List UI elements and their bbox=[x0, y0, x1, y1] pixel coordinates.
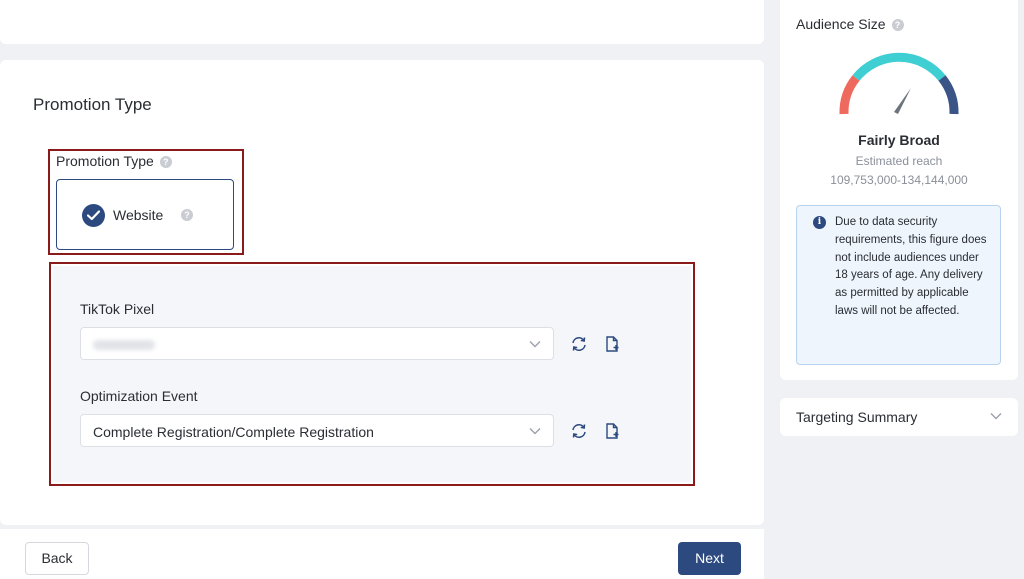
promotion-type-label-text: Promotion Type bbox=[56, 153, 154, 169]
gauge-segment-broad bbox=[852, 52, 946, 81]
estimated-reach-range: 109,753,000-134,144,000 bbox=[830, 173, 968, 187]
optimization-event-value: Complete Registration/Complete Registrat… bbox=[93, 424, 374, 440]
website-option[interactable]: Website ? bbox=[56, 179, 234, 250]
section-title: Promotion Type bbox=[33, 95, 152, 114]
audience-size-title-text: Audience Size bbox=[796, 16, 886, 32]
gauge-status: Fairly Broad bbox=[858, 132, 940, 148]
help-icon[interactable]: ? bbox=[181, 209, 193, 221]
chevron-down-icon bbox=[529, 428, 541, 435]
help-icon[interactable]: ? bbox=[891, 19, 904, 32]
help-icon[interactable]: ? bbox=[159, 156, 172, 169]
top-card bbox=[0, 0, 764, 44]
data-security-notice: i Due to data security requirements, thi… bbox=[796, 205, 1001, 365]
audience-size-card: Audience Size? Fairly Broad Estimated re… bbox=[780, 0, 1018, 380]
refresh-icon[interactable] bbox=[570, 422, 588, 440]
pixel-settings-panel bbox=[53, 266, 691, 482]
pixel-select[interactable] bbox=[80, 327, 554, 360]
gauge-needle bbox=[894, 88, 911, 114]
back-button[interactable]: Back bbox=[25, 542, 89, 575]
add-file-icon[interactable] bbox=[603, 422, 621, 440]
promotion-type-label: Promotion Type? bbox=[56, 153, 172, 169]
audience-size-title: Audience Size? bbox=[796, 16, 904, 32]
website-option-label: Website bbox=[113, 207, 164, 223]
targeting-summary-title: Targeting Summary bbox=[796, 409, 918, 425]
chevron-down-icon[interactable] bbox=[990, 412, 1002, 420]
estimated-reach-label: Estimated reach bbox=[855, 154, 943, 168]
next-button[interactable]: Next bbox=[678, 542, 741, 575]
gauge-segment-very-broad bbox=[938, 75, 959, 115]
footer-bar bbox=[0, 529, 764, 579]
pixel-label: TikTok Pixel bbox=[80, 301, 155, 317]
refresh-icon[interactable] bbox=[570, 335, 588, 353]
optimization-event-select[interactable]: Complete Registration/Complete Registrat… bbox=[80, 414, 554, 447]
gauge-segment-narrow bbox=[839, 75, 860, 115]
pixel-value-redacted bbox=[93, 340, 155, 350]
notice-text: Due to data security requirements, this … bbox=[835, 216, 987, 317]
add-file-icon[interactable] bbox=[603, 335, 621, 353]
audience-gauge bbox=[839, 52, 959, 115]
chevron-down-icon bbox=[529, 341, 541, 348]
targeting-summary-card[interactable]: Targeting Summary bbox=[780, 398, 1018, 436]
check-icon bbox=[82, 204, 105, 227]
optimization-event-label: Optimization Event bbox=[80, 388, 198, 404]
info-icon: i bbox=[813, 216, 826, 229]
